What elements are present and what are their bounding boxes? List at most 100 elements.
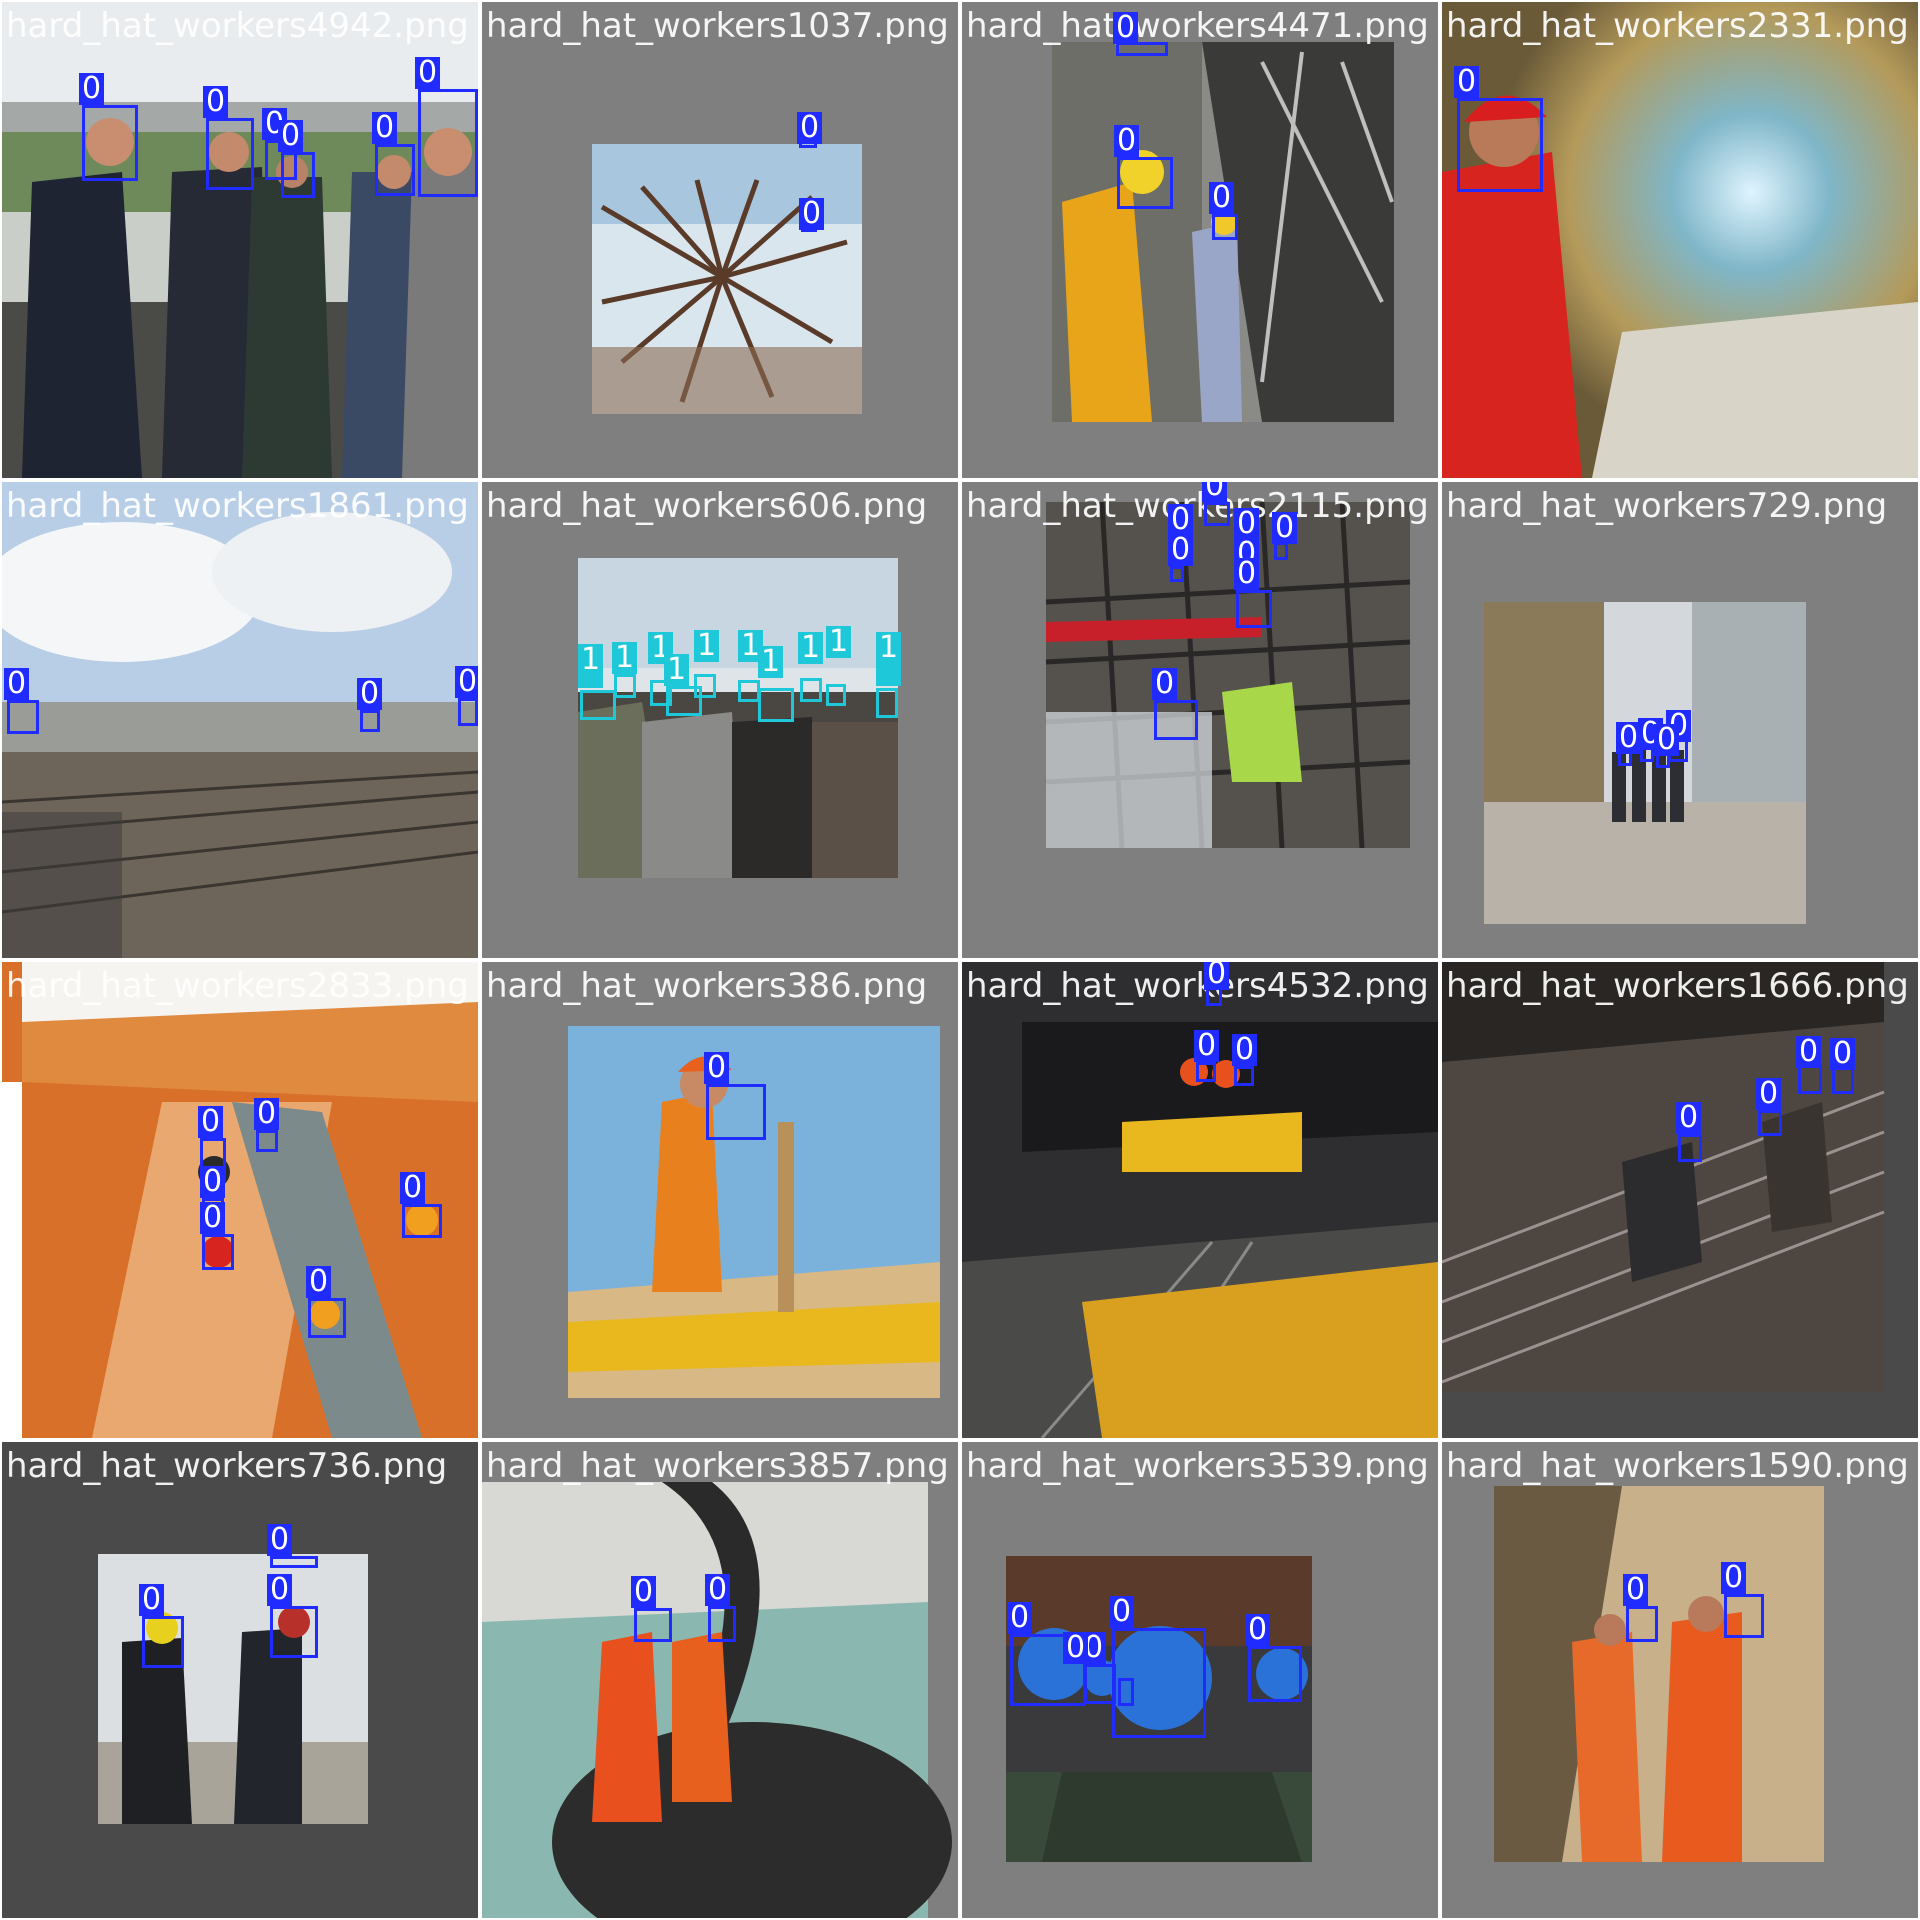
grid-tile[interactable]: hard_hat_workers386.png 0 bbox=[482, 962, 958, 1438]
class-label: 0 bbox=[267, 1524, 293, 1556]
tile-filename: hard_hat_workers1590.png bbox=[1446, 1446, 1909, 1486]
class-label: 0 bbox=[797, 112, 823, 144]
hard-hat-detection-box bbox=[1170, 566, 1184, 582]
tile-image bbox=[482, 482, 958, 958]
tile-filename: hard_hat_workers1861.png bbox=[6, 486, 469, 526]
hard-hat-detection-box bbox=[1248, 1646, 1302, 1702]
tile-image bbox=[1442, 1442, 1918, 1918]
class-label: 0 bbox=[372, 112, 398, 144]
head-detection-box bbox=[694, 674, 716, 698]
hard-hat-detection-box bbox=[1457, 98, 1543, 192]
hard-hat-detection-box bbox=[202, 1234, 234, 1270]
class-label: 0 bbox=[1796, 1036, 1822, 1068]
class-label: 1 bbox=[826, 626, 852, 658]
head-detection-box bbox=[800, 678, 822, 702]
class-label: 0 bbox=[631, 1576, 657, 1608]
tile-filename: hard_hat_workers4942.png bbox=[6, 6, 469, 46]
hard-hat-detection-box bbox=[256, 1130, 278, 1152]
tile-image bbox=[1442, 2, 1918, 478]
hard-hat-detection-box bbox=[308, 1298, 346, 1338]
tile-filename: hard_hat_workers3539.png bbox=[966, 1446, 1429, 1486]
hard-hat-detection-box bbox=[375, 144, 415, 196]
tile-filename: hard_hat_workers736.png bbox=[6, 1446, 448, 1486]
tile-filename: hard_hat_workers2115.png bbox=[966, 486, 1429, 526]
class-label: 0 bbox=[400, 1172, 426, 1204]
tile-image bbox=[2, 2, 478, 478]
grid-tile[interactable]: hard_hat_workers4471.png 0 0 0 bbox=[962, 2, 1438, 478]
hard-hat-detection-box bbox=[82, 105, 138, 181]
class-label: 0 bbox=[415, 57, 441, 89]
tile-filename: hard_hat_workers606.png bbox=[486, 486, 928, 526]
class-label: 0 bbox=[267, 1574, 293, 1606]
class-label: 0 bbox=[198, 1106, 224, 1138]
class-label: 0 bbox=[1202, 482, 1228, 502]
grid-tile[interactable]: hard_hat_workers606.png 1 1 1 1 1 1 1 1 … bbox=[482, 482, 958, 958]
tile-filename: hard_hat_workers4532.png bbox=[966, 966, 1429, 1006]
hard-hat-detection-box bbox=[1678, 1134, 1702, 1162]
hard-hat-detection-box bbox=[1234, 1066, 1254, 1086]
class-label: 0 bbox=[1204, 962, 1230, 990]
head-detection-box bbox=[614, 674, 636, 698]
class-label: 0 bbox=[1114, 125, 1140, 157]
class-label: 0 bbox=[1721, 1562, 1747, 1594]
class-label: 0 bbox=[1830, 1038, 1856, 1070]
grid-tile[interactable]: hard_hat_workers2833.png 0 0 0 0 0 0 bbox=[2, 962, 478, 1438]
class-label: 0 bbox=[1454, 66, 1480, 98]
tile-image bbox=[482, 1442, 958, 1918]
hard-hat-detection-box bbox=[1724, 1594, 1764, 1638]
tile-filename: hard_hat_workers3857.png bbox=[486, 1446, 949, 1486]
class-label: 1 bbox=[798, 632, 824, 664]
class-label: 0 bbox=[79, 73, 105, 105]
hard-hat-detection-box bbox=[1236, 590, 1272, 628]
hard-hat-detection-box bbox=[1212, 214, 1238, 240]
class-label: 0 bbox=[1245, 1614, 1271, 1646]
hard-hat-detection-box bbox=[7, 700, 39, 734]
class-label: 0 bbox=[799, 198, 825, 230]
class-label: 0 bbox=[1113, 12, 1139, 44]
hard-hat-detection-box bbox=[708, 1606, 736, 1642]
grid-tile[interactable]: hard_hat_workers2331.png 0 bbox=[1442, 2, 1918, 478]
class-label: 0 bbox=[1654, 724, 1680, 756]
image-grid: hard_hat_workers4942.png 0 0 0 0 0 0 har… bbox=[0, 0, 1920, 1920]
hard-hat-detection-box bbox=[1118, 1678, 1134, 1706]
class-label: 1 bbox=[876, 632, 902, 686]
grid-tile[interactable]: hard_hat_workers2115.png 0 0 0 0 0 0 0 0 bbox=[962, 482, 1438, 958]
hard-hat-detection-box bbox=[634, 1608, 672, 1642]
class-label: 0 bbox=[278, 120, 304, 152]
tile-image bbox=[2, 1442, 478, 1918]
grid-tile[interactable]: hard_hat_workers4942.png 0 0 0 0 0 0 bbox=[2, 2, 478, 478]
grid-tile[interactable]: hard_hat_workers1861.png 0 0 0 0 bbox=[2, 482, 478, 958]
class-label: 0 bbox=[1007, 1602, 1033, 1634]
grid-tile[interactable]: hard_hat_workers1037.png 0 0 bbox=[482, 2, 958, 478]
grid-tile[interactable]: hard_hat_workers3857.png 0 0 bbox=[482, 1442, 958, 1918]
grid-tile[interactable]: hard_hat_workers736.png 0 0 0 bbox=[2, 1442, 478, 1918]
class-label: 0 bbox=[1109, 1596, 1135, 1628]
hard-hat-detection-box bbox=[1626, 1606, 1658, 1642]
class-label: 0 bbox=[200, 1166, 226, 1198]
hard-hat-detection-box bbox=[1758, 1110, 1782, 1136]
class-label: 0 bbox=[1152, 668, 1178, 700]
head-detection-box bbox=[580, 690, 616, 720]
hard-hat-detection-box bbox=[142, 1616, 184, 1668]
tile-filename: hard_hat_workers1037.png bbox=[486, 6, 949, 46]
class-label: 0 bbox=[1234, 558, 1260, 590]
class-label: 0 bbox=[1209, 182, 1235, 214]
grid-tile[interactable]: hard_hat_workers1590.png 0 0 bbox=[1442, 1442, 1918, 1918]
class-label: 0 bbox=[455, 666, 478, 698]
head-detection-box bbox=[758, 688, 794, 722]
class-label: 0 bbox=[705, 1574, 731, 1606]
hard-hat-detection-box bbox=[270, 1556, 318, 1568]
head-detection-box bbox=[738, 680, 760, 702]
grid-tile[interactable]: hard_hat_workers3539.png 0 0 0 0 0 bbox=[962, 1442, 1438, 1918]
grid-tile[interactable]: hard_hat_workers4532.png 0 0 0 bbox=[962, 962, 1438, 1438]
class-label: 0 bbox=[203, 86, 229, 118]
grid-tile[interactable]: hard_hat_workers1666.png 0 0 0 0 0 0 bbox=[1442, 962, 1918, 1438]
class-label: 0 bbox=[4, 668, 30, 700]
grid-tile[interactable]: hard_hat_workers729.png 0 0 0 0 bbox=[1442, 482, 1918, 958]
class-label: 0 bbox=[254, 1098, 280, 1130]
class-label: 0 bbox=[1232, 1034, 1258, 1066]
tile-filename: hard_hat_workers2331.png bbox=[1446, 6, 1909, 46]
tile-image bbox=[962, 2, 1438, 478]
head-detection-box bbox=[826, 684, 846, 706]
head-detection-box bbox=[876, 688, 898, 718]
